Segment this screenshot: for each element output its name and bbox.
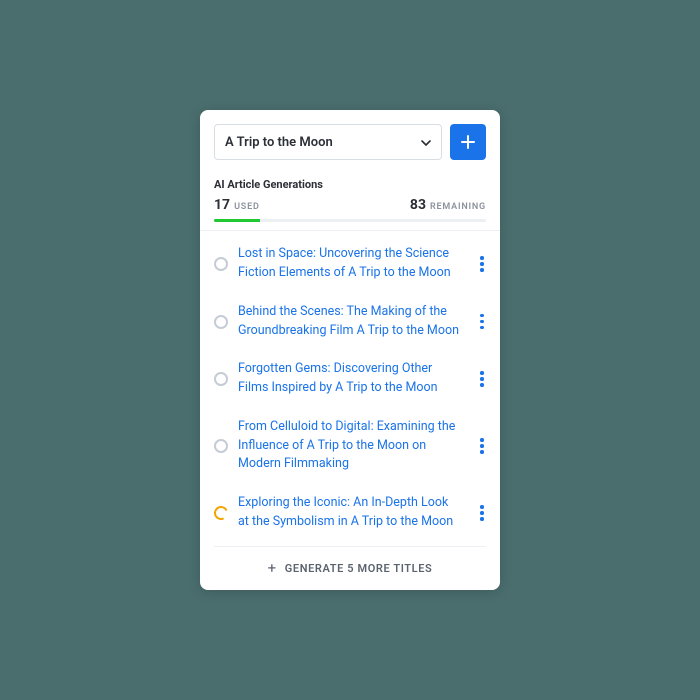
item-title[interactable]: Lost in Space: Uncovering the Science Fi… — [238, 245, 462, 283]
usage-bar — [214, 219, 486, 222]
list-item: From Celluloid to Digital: Examining the… — [200, 408, 500, 484]
chevron-down-icon — [421, 135, 431, 149]
generate-more-button[interactable]: + GENERATE 5 MORE TITLES — [214, 546, 486, 590]
more-menu-button[interactable] — [472, 434, 492, 458]
header: A Trip to the Moon — [200, 110, 500, 172]
title-list: Lost in Space: Uncovering the Science Fi… — [200, 231, 500, 541]
radio-icon[interactable] — [214, 315, 228, 329]
more-menu-button[interactable] — [472, 501, 492, 525]
usage-used-value: 17 — [214, 197, 230, 213]
radio-icon[interactable] — [214, 439, 228, 453]
usage-title: AI Article Generations — [214, 172, 486, 197]
topic-select-value: A Trip to the Moon — [225, 135, 333, 150]
more-menu-button[interactable] — [472, 252, 492, 276]
panel: A Trip to the Moon AI Article Generation… — [200, 110, 500, 589]
item-title[interactable]: From Celluloid to Digital: Examining the… — [238, 418, 462, 474]
more-menu-button[interactable] — [472, 367, 492, 391]
more-menu-button[interactable] — [472, 310, 492, 334]
spinner-icon — [212, 504, 230, 522]
radio-icon[interactable] — [214, 372, 228, 386]
plus-icon — [461, 135, 475, 149]
item-title[interactable]: Forgotten Gems: Discovering Other Films … — [238, 360, 462, 398]
item-title[interactable]: Exploring the Iconic: An In-Depth Look a… — [238, 494, 462, 532]
list-item: Behind the Scenes: The Making of the Gro… — [200, 293, 500, 351]
radio-icon[interactable] — [214, 257, 228, 271]
usage-used: 17 Used — [214, 197, 260, 213]
add-button[interactable] — [450, 124, 486, 160]
usage-remaining: 83 Remaining — [410, 197, 486, 213]
plus-icon: + — [268, 561, 277, 576]
list-item: Forgotten Gems: Discovering Other Films … — [200, 350, 500, 408]
usage-bar-fill — [214, 219, 260, 222]
usage-remaining-value: 83 — [410, 197, 426, 213]
item-title[interactable]: Behind the Scenes: The Making of the Gro… — [238, 303, 462, 341]
list-item: Lost in Space: Uncovering the Science Fi… — [200, 235, 500, 293]
usage-used-label: Used — [234, 202, 260, 212]
usage-remaining-label: Remaining — [430, 202, 486, 212]
usage-section: AI Article Generations 17 Used 83 Remain… — [200, 172, 500, 231]
usage-row: 17 Used 83 Remaining — [214, 197, 486, 219]
generate-more-label: GENERATE 5 MORE TITLES — [285, 562, 433, 575]
topic-select[interactable]: A Trip to the Moon — [214, 124, 442, 160]
list-item: Exploring the Iconic: An In-Depth Look a… — [200, 484, 500, 542]
